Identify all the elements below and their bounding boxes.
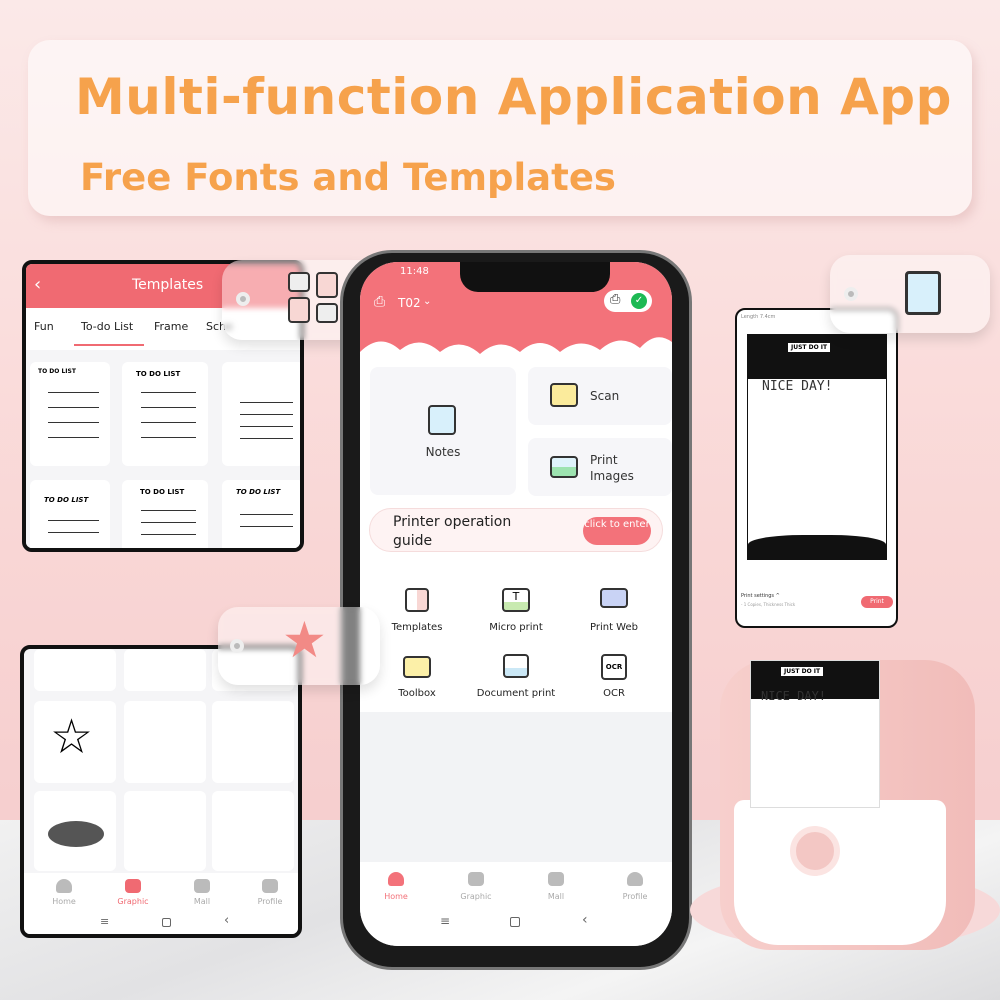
notes-label: Notes: [425, 445, 461, 459]
guide-text: Printer operation guide: [393, 514, 512, 549]
operation-guide-banner[interactable]: Printer operation guide click to enter: [369, 508, 663, 552]
notes-icon: [428, 405, 456, 435]
graphic-panel: ☆ Home Graphic Mall Profile ≡ ‹: [20, 645, 302, 938]
power-button: [790, 826, 840, 876]
templates-icon: [288, 272, 340, 324]
star-icon: ★: [282, 611, 327, 669]
sticker-walrus[interactable]: [124, 701, 206, 783]
sticker-shark[interactable]: [34, 791, 116, 871]
label-preview: JUST DO IT NICE DAY!: [747, 334, 887, 560]
print-images-card[interactable]: Print Images: [528, 438, 672, 496]
headline: NICE DAY!: [762, 379, 833, 394]
notes-feature-tag: [830, 255, 990, 333]
pink-printer: JUST DO IT NICE DAY!: [720, 660, 975, 950]
banner-subtitle: Free Fonts and Templates: [80, 156, 616, 199]
image-icon: [550, 456, 578, 478]
graphic-tabbar: Home Graphic Mall Profile ≡ ‹: [24, 873, 298, 934]
sticker-pufferfish[interactable]: [212, 791, 294, 871]
print-button[interactable]: Print: [861, 596, 893, 608]
print-images-label: Print Images: [590, 453, 634, 483]
back-nav-icon[interactable]: ‹: [582, 912, 588, 928]
length-readout: Length 7.4cm: [741, 314, 776, 320]
bottom-tabbar: Home Graphic Mall Profile ≡ ‹: [360, 862, 672, 946]
phone-screen: 11:48 ⎙ T02 ⌄ ⎙ ✓ Notes Scan Print Image…: [360, 262, 672, 946]
banner-title: Multi-function Application App: [75, 68, 952, 126]
template-thumb[interactable]: TO DO LIST: [122, 362, 208, 466]
notch: [460, 262, 610, 292]
template-grid: TO DO LIST TO DO LIST TO DO LIST TO DO L…: [26, 350, 300, 548]
menu-nav-icon[interactable]: ≡: [440, 914, 450, 928]
printer-status[interactable]: ⎙ ✓: [604, 290, 652, 312]
tab-frame[interactable]: Frame: [154, 320, 188, 333]
sticker-shell[interactable]: [34, 649, 116, 691]
connected-check-icon: ✓: [631, 293, 647, 309]
tag-hole: [236, 292, 250, 306]
templates-title: Templates: [132, 277, 204, 293]
notes-icon: [905, 271, 941, 315]
template-thumb[interactable]: TO DO LIST: [30, 362, 110, 466]
printed-label: JUST DO IT NICE DAY!: [750, 660, 880, 808]
menu-nav-icon[interactable]: ≡: [100, 915, 109, 928]
home-nav-icon[interactable]: [162, 918, 171, 927]
template-thumb[interactable]: TO DO LIST: [122, 480, 208, 548]
back-icon[interactable]: ‹: [34, 274, 41, 295]
device-name[interactable]: T02: [398, 296, 421, 310]
home-nav-icon[interactable]: [510, 917, 520, 927]
chevron-down-icon[interactable]: ⌄: [423, 296, 431, 307]
template-thumb[interactable]: TO DO LIST: [222, 480, 300, 548]
scan-card[interactable]: Scan: [528, 367, 672, 425]
notes-card[interactable]: Notes: [370, 367, 516, 495]
template-thumb[interactable]: TO DO LIST: [30, 480, 110, 548]
scan-label: Scan: [590, 389, 620, 403]
sticker-starfish[interactable]: ☆: [34, 701, 116, 783]
app-header: 11:48 ⎙ T02 ⌄ ⎙ ✓: [360, 262, 672, 364]
scan-camera-icon: [550, 383, 578, 407]
sticker-jellyfish[interactable]: [124, 649, 206, 691]
printer-icon: ⎙: [610, 292, 621, 307]
tab-todo-list[interactable]: To-do List: [81, 320, 133, 333]
tools-grid: Templates T Micro print Print Web Toolbox…: [360, 572, 672, 712]
graphic-feature-tag: ★: [218, 607, 380, 685]
printer-glyph-icon: ⎙: [374, 294, 386, 310]
click-to-enter-button[interactable]: click to enter: [583, 517, 651, 545]
template-thumb[interactable]: [222, 362, 300, 466]
print-preview-phone: Length 7.4cm JUST DO IT NICE DAY! Print …: [735, 308, 898, 628]
tab-fun[interactable]: Fun: [34, 320, 54, 333]
sticker-walrus-group[interactable]: [212, 701, 294, 783]
status-time: 11:48: [400, 266, 429, 277]
active-tab-indicator: [74, 344, 144, 346]
sticker-whale[interactable]: [124, 791, 206, 871]
back-nav-icon[interactable]: ‹: [224, 913, 229, 928]
print-settings[interactable]: Print settings ^: [741, 593, 780, 599]
